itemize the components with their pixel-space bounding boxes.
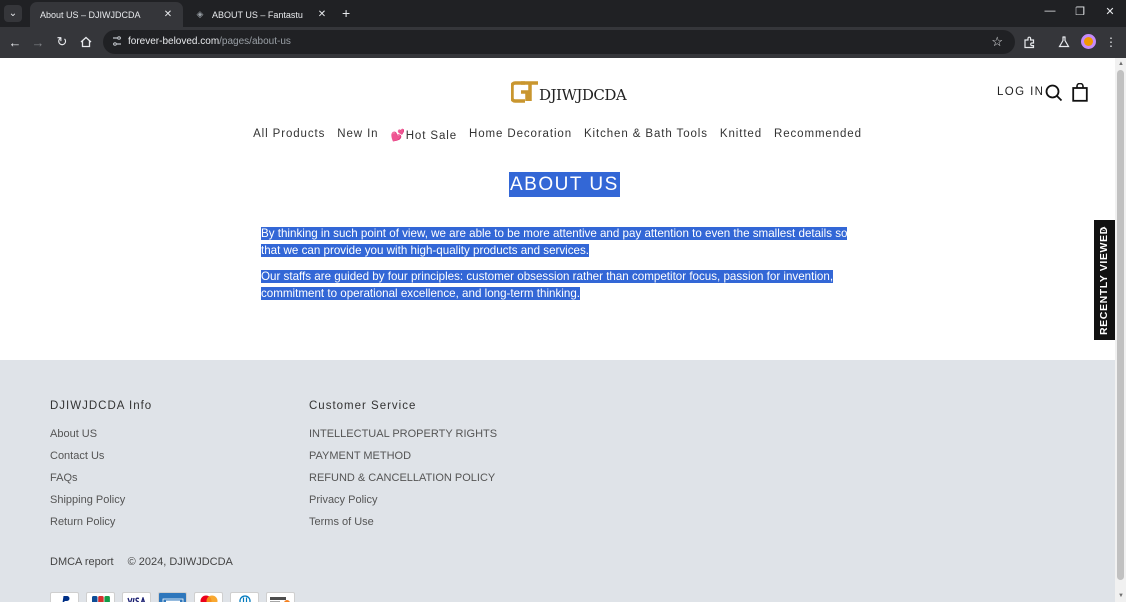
recently-viewed-label: RECENTLY VIEWED: [1098, 226, 1110, 335]
close-icon[interactable]: ✕: [161, 8, 175, 22]
page-title: ABOUT US: [509, 172, 620, 197]
tab-search-button[interactable]: ⌄: [4, 5, 22, 22]
minimize-icon[interactable]: —: [1042, 5, 1058, 17]
close-icon[interactable]: ✕: [315, 8, 329, 22]
page-scrollbar[interactable]: ▲ ▼: [1115, 58, 1126, 602]
main-navigation: All Products New In 💕Hot Sale Home Decor…: [0, 128, 1115, 142]
extensions-icon[interactable]: [1022, 35, 1036, 49]
reload-icon[interactable]: ↻: [54, 34, 70, 50]
profile-avatar[interactable]: [1081, 34, 1096, 49]
footer-heading: Customer Service: [309, 400, 417, 412]
logo-mark-icon: [511, 81, 538, 103]
paragraph-text: Our staffs are guided by four principles…: [261, 270, 834, 300]
nav-home-decoration[interactable]: Home Decoration: [469, 128, 572, 142]
recently-viewed-tab[interactable]: < RECENTLY VIEWED: [1094, 220, 1115, 340]
nav-new-in[interactable]: New In: [337, 128, 378, 142]
payment-icons: [50, 592, 295, 602]
copyright-text: © 2024, DJIWJDCDA: [127, 556, 233, 568]
about-content: By thinking in such point of view, we ar…: [261, 226, 861, 312]
url-text: forever-beloved.com/pages/about-us: [128, 36, 291, 47]
paypal-icon: [50, 592, 79, 602]
footer-link-privacy-policy[interactable]: Privacy Policy: [309, 494, 497, 507]
paragraph: By thinking in such point of view, we ar…: [261, 226, 861, 259]
url-path: /pages/about-us: [219, 36, 291, 47]
visa-icon: [122, 592, 151, 602]
forward-arrow-icon[interactable]: →: [30, 34, 46, 50]
search-icon[interactable]: [1045, 84, 1063, 102]
footer-link-ip-rights[interactable]: INTELLECTUAL PROPERTY RIGHTS: [309, 428, 497, 441]
site-info-icon[interactable]: [111, 35, 123, 49]
nav-all-products[interactable]: All Products: [253, 128, 325, 142]
footer-link-about-us[interactable]: About US: [50, 428, 152, 441]
footer-link-shipping-policy[interactable]: Shipping Policy: [50, 494, 152, 507]
footer-link-refund-policy[interactable]: REFUND & CANCELLATION POLICY: [309, 472, 497, 485]
brand-name: DJIWJDCDA: [539, 86, 627, 104]
paragraph: Our staffs are guided by four principles…: [261, 269, 861, 302]
brand-logo[interactable]: DJIWJDCDA: [511, 80, 627, 104]
browser-tab-strip: ⌄ About US – DJIWJDCDA ✕ ◈ ABOUT US – Fa…: [0, 0, 1126, 27]
tab-about-us-fantastu[interactable]: ◈ ABOUT US – Fantastu ✕: [184, 2, 337, 27]
footer-link-terms-of-use[interactable]: Terms of Use: [309, 516, 497, 529]
site-favicon-icon: ◈: [196, 9, 204, 19]
nav-knitted[interactable]: Knitted: [720, 128, 762, 142]
web-page: DJIWJDCDA LOG IN All Products New In 💕Ho…: [0, 58, 1115, 602]
chevron-down-icon: ⌄: [8, 8, 18, 19]
shopping-bag-icon[interactable]: [1072, 83, 1088, 102]
more-menu-icon[interactable]: ⋮: [1104, 35, 1118, 49]
amex-icon: [158, 592, 187, 602]
nav-hot-sale[interactable]: 💕Hot Sale: [390, 128, 457, 142]
scrollbar-thumb[interactable]: [1117, 70, 1124, 580]
footer-service-column: Customer Service INTELLECTUAL PROPERTY R…: [309, 400, 497, 538]
tab-title: About US – DJIWJDCDA: [40, 9, 141, 20]
url-host: forever-beloved.com: [128, 36, 220, 47]
window-close-icon[interactable]: ✕: [1102, 5, 1118, 18]
mastercard-icon: [194, 592, 223, 602]
scroll-up-arrow-icon[interactable]: ▲: [1118, 61, 1124, 67]
new-tab-button[interactable]: +: [342, 6, 350, 20]
restore-icon[interactable]: ❐: [1072, 5, 1088, 18]
bookmark-star-icon[interactable]: ☆: [991, 34, 1003, 50]
footer-link-payment-method[interactable]: PAYMENT METHOD: [309, 450, 497, 463]
footer-info-column: DJIWJDCDA Info About US Contact Us FAQs …: [50, 400, 152, 538]
home-icon[interactable]: [78, 34, 94, 50]
jcb-icon: [86, 592, 115, 602]
login-link[interactable]: LOG IN: [997, 86, 1044, 98]
tab-about-us-djiwjdcda[interactable]: About US – DJIWJDCDA ✕: [30, 2, 183, 27]
discover-icon: [266, 592, 295, 602]
site-footer: DJIWJDCDA Info About US Contact Us FAQs …: [0, 360, 1115, 602]
labs-flask-icon[interactable]: [1057, 35, 1071, 49]
footer-bottom-line: DMCA report © 2024, DJIWJDCDA: [50, 556, 233, 568]
footer-link-return-policy[interactable]: Return Policy: [50, 516, 152, 529]
dmca-report-link[interactable]: DMCA report: [50, 556, 114, 568]
scroll-down-arrow-icon[interactable]: ▼: [1118, 593, 1124, 599]
back-arrow-icon[interactable]: ←: [7, 34, 23, 50]
footer-link-faqs[interactable]: FAQs: [50, 472, 152, 485]
tab-title: ABOUT US – Fantastu: [212, 9, 303, 20]
footer-link-contact-us[interactable]: Contact Us: [50, 450, 152, 463]
paragraph-text: By thinking in such point of view, we ar…: [261, 227, 848, 257]
browser-toolbar: ← → ↻ forever-beloved.com/pages/about-us…: [0, 27, 1126, 58]
nav-recommended[interactable]: Recommended: [774, 128, 862, 142]
footer-heading: DJIWJDCDA Info: [50, 400, 153, 412]
diners-icon: [230, 592, 259, 602]
nav-kitchen-bath-tools[interactable]: Kitchen & Bath Tools: [584, 128, 708, 142]
address-bar[interactable]: forever-beloved.com/pages/about-us ☆: [103, 30, 1015, 54]
